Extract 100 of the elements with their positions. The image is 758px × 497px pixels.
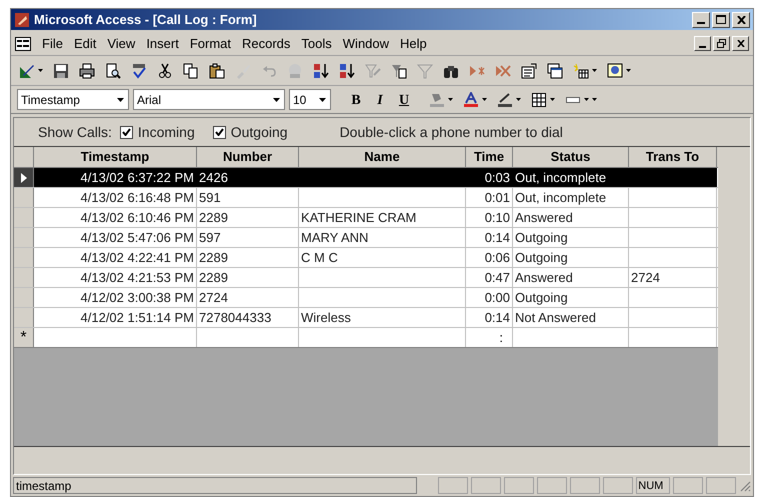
- checkbox[interactable]: [212, 126, 226, 138]
- maximize-icon: [716, 15, 726, 24]
- sort-descending-icon: [339, 62, 355, 78]
- table-cell: 2289: [199, 270, 228, 285]
- column-header[interactable]: Status: [513, 147, 629, 167]
- table-cell: 4/13/02 6:10:46 PM: [80, 210, 194, 225]
- save-icon: [53, 62, 69, 78]
- menu-item[interactable]: View: [102, 34, 140, 54]
- table-cell: 597: [199, 230, 221, 245]
- table-cell: Answered: [515, 270, 573, 285]
- caret-icon: [516, 98, 521, 101]
- status-panel: [603, 477, 634, 494]
- menu-item[interactable]: Edit: [68, 34, 102, 54]
- resize-grip-icon[interactable]: [739, 480, 751, 492]
- font-size-dropdown[interactable]: 10: [289, 89, 331, 110]
- font-dropdown[interactable]: Arial: [133, 89, 285, 110]
- app-icon: [14, 12, 30, 28]
- status-text: timestamp: [13, 477, 418, 494]
- record-selector[interactable]: [14, 168, 34, 187]
- print-preview-icon: [105, 62, 121, 78]
- restore-button[interactable]: [713, 36, 730, 51]
- windows-icon: [547, 62, 563, 78]
- caret-icon: [117, 98, 124, 102]
- column-header[interactable]: Number: [197, 147, 299, 167]
- table-cell: Out, incomplete: [515, 170, 606, 185]
- column-header[interactable]: Timestamp: [34, 147, 197, 167]
- menu-item[interactable]: Window: [338, 34, 394, 54]
- properties-icon: [521, 62, 537, 78]
- minimize-button[interactable]: [694, 36, 711, 51]
- table-cell: 4/12/02 3:00:38 PM: [80, 290, 194, 305]
- menu-item[interactable]: File: [37, 34, 68, 54]
- table-cell: 2289: [199, 250, 228, 265]
- table-cell: 4/13/02 5:47:06 PM: [80, 230, 194, 245]
- table-cell: Answered: [515, 210, 573, 225]
- table-cell: MARY ANN: [301, 230, 368, 245]
- window-title: Microsoft Access - [Call Log : Form]: [34, 10, 257, 29]
- cut-icon: [157, 62, 173, 78]
- table-cell: Not Answered: [515, 310, 596, 325]
- table-row[interactable]: 4/13/02 6:37:22 PM 2426 0:03 Out, incomplete: [34, 168, 717, 187]
- table-cell: Out, incomplete: [515, 190, 606, 205]
- format-button[interactable]: B: [347, 90, 365, 110]
- table-cell: 4/13/02 4:22:41 PM: [80, 250, 194, 265]
- minimize-icon: [699, 46, 706, 48]
- menu-item[interactable]: Insert: [141, 34, 184, 54]
- close-icon: [736, 16, 746, 24]
- menu-item[interactable]: Records: [237, 34, 296, 54]
- table-cell: KATHERINE CRAM: [301, 210, 416, 225]
- filter-selection-icon: [365, 62, 381, 78]
- maximize-button[interactable]: [712, 12, 730, 28]
- delete-record-icon: [495, 62, 511, 78]
- column-header[interactable]: Trans To: [629, 147, 717, 167]
- table-cell: Wireless: [301, 310, 351, 325]
- minimize-icon: [697, 22, 705, 24]
- table-cell: 0:47: [484, 270, 510, 285]
- line-color-icon: [497, 92, 513, 108]
- table-cell: 0:01: [484, 190, 510, 205]
- caret-icon: [273, 98, 280, 102]
- close-button[interactable]: [732, 12, 750, 28]
- copy-icon: [183, 62, 199, 78]
- column-header[interactable]: Name: [299, 147, 466, 167]
- table-cell: 591: [199, 190, 221, 205]
- table-cell: 4/13/02 6:16:48 PM: [80, 190, 194, 205]
- new-object-icon: [573, 62, 589, 78]
- caret-icon: [550, 98, 555, 101]
- table-cell: 0:03: [484, 170, 510, 185]
- table-cell: 4/13/02 6:37:22 PM: [80, 170, 194, 185]
- filter-icon: [417, 62, 433, 78]
- status-panel: [438, 477, 468, 494]
- table-cell: 7278044333: [199, 310, 272, 325]
- status-panel: [706, 477, 736, 494]
- gridlines-icon: [531, 92, 547, 108]
- spelling-icon: [131, 62, 147, 78]
- table-cell: 2289: [199, 210, 228, 225]
- caret-icon: [448, 98, 453, 101]
- form-icon: [15, 36, 31, 50]
- input-mask: :: [499, 330, 503, 345]
- column-header[interactable]: Time: [466, 147, 513, 167]
- checkbox[interactable]: [120, 126, 133, 138]
- status-indicator: NUM: [636, 477, 670, 494]
- fill-color-icon: [429, 92, 445, 108]
- current-record-icon: [20, 172, 26, 182]
- table-cell: 2724: [199, 290, 228, 305]
- paste-icon: [209, 62, 225, 78]
- status-panel: [504, 477, 534, 494]
- format-button[interactable]: I: [371, 90, 389, 110]
- table-cell: 2426: [199, 170, 228, 185]
- format-button[interactable]: U: [395, 90, 413, 110]
- menu-item[interactable]: Help: [395, 34, 432, 54]
- table-cell: Outgoing: [515, 290, 568, 305]
- table-cell: 0:00: [484, 290, 510, 305]
- menu-item[interactable]: Format: [184, 34, 236, 54]
- checkbox-label: Outgoing: [230, 122, 288, 142]
- menu-item[interactable]: Tools: [296, 34, 337, 54]
- table-cell: C M C: [301, 250, 338, 265]
- design-view-icon: [19, 62, 35, 78]
- status-panel: [537, 477, 568, 494]
- object-dropdown[interactable]: Timestamp: [17, 89, 129, 110]
- close-button[interactable]: [732, 36, 749, 51]
- minimize-button[interactable]: [692, 12, 710, 28]
- caret-icon: [319, 98, 326, 102]
